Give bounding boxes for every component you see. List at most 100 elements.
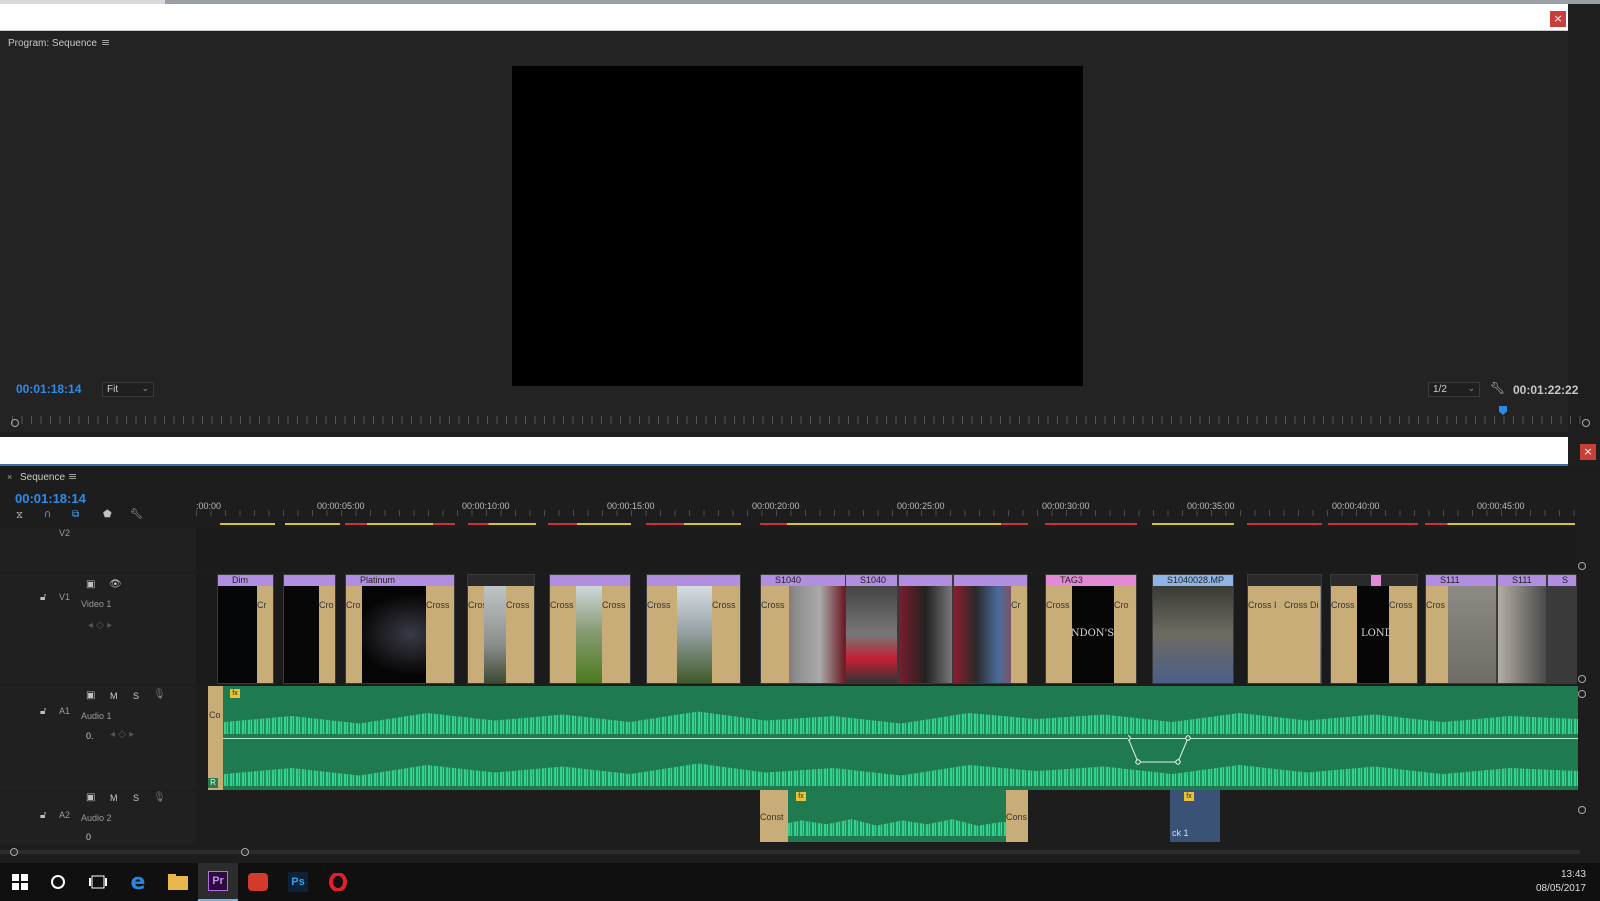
fx-badge-icon[interactable]: fx: [230, 689, 240, 698]
timeline-horizontal-scrollbar[interactable]: [0, 850, 1580, 854]
cross-dissolve-transition[interactable]: Cross: [426, 586, 454, 683]
audio-clip-a2[interactable]: Const Cons fx: [760, 790, 1028, 842]
cross-dissolve-transition[interactable]: Cross I: [1248, 586, 1284, 683]
track-header-v2[interactable]: V2: [0, 528, 196, 572]
microphone-icon[interactable]: 🎙︎: [153, 792, 166, 803]
panel-menu-icon[interactable]: ≡: [101, 36, 110, 49]
cross-dissolve-transition[interactable]: Cross: [712, 586, 740, 683]
audio-transition[interactable]: Cons: [1006, 790, 1028, 842]
track-zoom-handle[interactable]: [1578, 806, 1586, 814]
cross-dissolve-transition[interactable]: Cross: [1331, 586, 1357, 683]
fx-badge-icon[interactable]: fx: [1184, 792, 1194, 801]
cross-dissolve-transition[interactable]: Cross: [550, 586, 576, 683]
cross-dissolve-transition[interactable]: Cross: [1389, 586, 1417, 683]
keyframe-nav-icons[interactable]: ◂ ◇ ▸: [88, 620, 112, 631]
system-clock[interactable]: 13:43 08/05/2017: [1536, 868, 1586, 896]
microphone-icon[interactable]: 🎙︎: [153, 689, 166, 700]
video-clip[interactable]: S1040: [845, 574, 898, 684]
windows-start-icon[interactable]: [0, 863, 40, 901]
video-clip[interactable]: Cross Cross: [549, 574, 631, 684]
video-clip[interactable]: Cr: [953, 574, 1028, 684]
camera-icon[interactable]: ▣: [86, 579, 95, 590]
lock-icon[interactable]: 🔓︎: [40, 592, 46, 603]
cross-dissolve-transition[interactable]: Cr: [257, 586, 273, 683]
video-clip[interactable]: Cro: [283, 574, 336, 684]
playback-resolution-select[interactable]: 1/2 ⌄: [1428, 382, 1480, 397]
video-clip[interactable]: S111 Cros: [1425, 574, 1497, 684]
video-clip[interactable]: S1040 Cross: [760, 574, 846, 684]
snap-magnet-icon[interactable]: ∩: [44, 509, 51, 520]
cross-dissolve-transition[interactable]: Cro: [319, 586, 335, 683]
audio-transition[interactable]: Const: [760, 790, 788, 842]
fx-badge-icon[interactable]: fx: [796, 792, 806, 801]
cortana-icon[interactable]: [38, 863, 78, 901]
audio-clip-a2-small[interactable]: fx ck 1: [1170, 790, 1220, 842]
lock-icon[interactable]: 🔓︎: [40, 706, 46, 717]
cross-dissolve-transition[interactable]: Cros: [468, 586, 484, 683]
insert-nested-icon[interactable]: ⧖: [16, 510, 23, 521]
video-clip[interactable]: S111: [1497, 574, 1547, 684]
ruler-end-handle[interactable]: [1582, 419, 1590, 427]
track-zoom-handle[interactable]: [1578, 675, 1586, 683]
track-zoom-handle[interactable]: [1578, 690, 1586, 698]
scroll-start-handle[interactable]: [10, 848, 18, 856]
track-header-v1[interactable]: 🔓︎ V1 ▣ 👁︎ Video 1 ◂ ◇ ▸: [0, 574, 196, 684]
sequence-tab-title[interactable]: Sequence: [20, 472, 65, 483]
camera-icon[interactable]: ▣: [86, 690, 95, 701]
cross-dissolve-transition[interactable]: Cro: [1114, 586, 1136, 683]
task-view-icon[interactable]: [78, 863, 118, 901]
camera-icon[interactable]: ▣: [86, 792, 95, 803]
cross-dissolve-transition[interactable]: Cross: [761, 586, 789, 683]
cross-dissolve-transition[interactable]: Cross: [506, 586, 534, 683]
audio-transition[interactable]: [208, 686, 223, 790]
creative-cloud-icon[interactable]: [238, 863, 278, 901]
solo-button[interactable]: S: [133, 793, 139, 803]
video-clip[interactable]: TAG3 LONDON'S MO Cross Cro: [1045, 574, 1137, 684]
keyframe-nav-icons[interactable]: ◂ ◇ ▸: [110, 729, 134, 740]
close-program-panel-button[interactable]: ×: [1550, 11, 1566, 27]
video-clip[interactable]: [898, 574, 953, 684]
cross-dissolve-transition[interactable]: Cross Di: [1284, 586, 1320, 683]
file-explorer-icon[interactable]: [158, 863, 198, 901]
timeline-ruler[interactable]: [196, 510, 1576, 516]
opera-icon[interactable]: [318, 863, 358, 901]
sequence-tab-close[interactable]: ×: [7, 472, 12, 482]
cross-dissolve-transition[interactable]: Cross: [647, 586, 677, 683]
ruler-start-handle[interactable]: [11, 419, 19, 427]
track-v2-area[interactable]: [196, 528, 1576, 572]
add-marker-icon[interactable]: ⬟: [103, 509, 112, 520]
video-clip[interactable]: Platinum Cro Cross: [345, 574, 455, 684]
track-header-a2[interactable]: 🔓︎ A2 ▣ M S 🎙︎ Audio 2 0: [0, 792, 196, 844]
program-video-frame[interactable]: [512, 66, 1083, 386]
photoshop-icon[interactable]: Ps: [278, 863, 318, 901]
volume-rubberband[interactable]: [208, 738, 1578, 739]
video-clip[interactable]: Dim Cr: [217, 574, 274, 684]
zoom-level-select[interactable]: Fit ⌄: [102, 382, 154, 397]
close-timeline-panel-button[interactable]: ×: [1580, 444, 1596, 460]
cross-dissolve-transition[interactable]: Cros: [1426, 586, 1448, 683]
video-clip[interactable]: S: [1547, 574, 1577, 684]
program-mini-ruler[interactable]: [12, 416, 1584, 424]
cross-dissolve-transition[interactable]: Cro: [346, 586, 362, 683]
mute-button[interactable]: M: [110, 691, 118, 701]
program-current-timecode[interactable]: 00:01:18:14: [16, 382, 81, 396]
cross-dissolve-transition[interactable]: Cross: [602, 586, 630, 683]
track-volume-value[interactable]: 0.: [86, 731, 94, 741]
eye-icon[interactable]: 👁︎: [109, 579, 122, 590]
video-clip[interactable]: LONDON Cross Cross: [1330, 574, 1418, 684]
video-clip[interactable]: Cros Cross: [467, 574, 535, 684]
cross-dissolve-transition[interactable]: Cr: [1011, 586, 1027, 683]
linked-selection-icon[interactable]: ⧉: [72, 509, 79, 520]
track-volume-value[interactable]: 0: [86, 832, 91, 842]
video-clip[interactable]: Cross I Cross Di: [1247, 574, 1322, 684]
audio-clip-a1[interactable]: Co R fx: [208, 686, 1578, 790]
edge-browser-icon[interactable]: e: [118, 863, 158, 901]
video-clip[interactable]: S1040028.MP: [1152, 574, 1234, 684]
track-header-a1[interactable]: 🔓︎ A1 ▣ M S 🎙︎ Audio 1 0. ◂ ◇ ▸: [0, 686, 196, 790]
wrench-icon[interactable]: 🔧︎: [1490, 381, 1505, 395]
solo-button[interactable]: S: [133, 691, 139, 701]
timeline-timecode[interactable]: 00:01:18:14: [15, 491, 86, 506]
timeline-settings-wrench-icon[interactable]: 🔧︎: [130, 509, 143, 520]
video-clip[interactable]: Cross Cross: [646, 574, 741, 684]
mute-button[interactable]: M: [110, 793, 118, 803]
